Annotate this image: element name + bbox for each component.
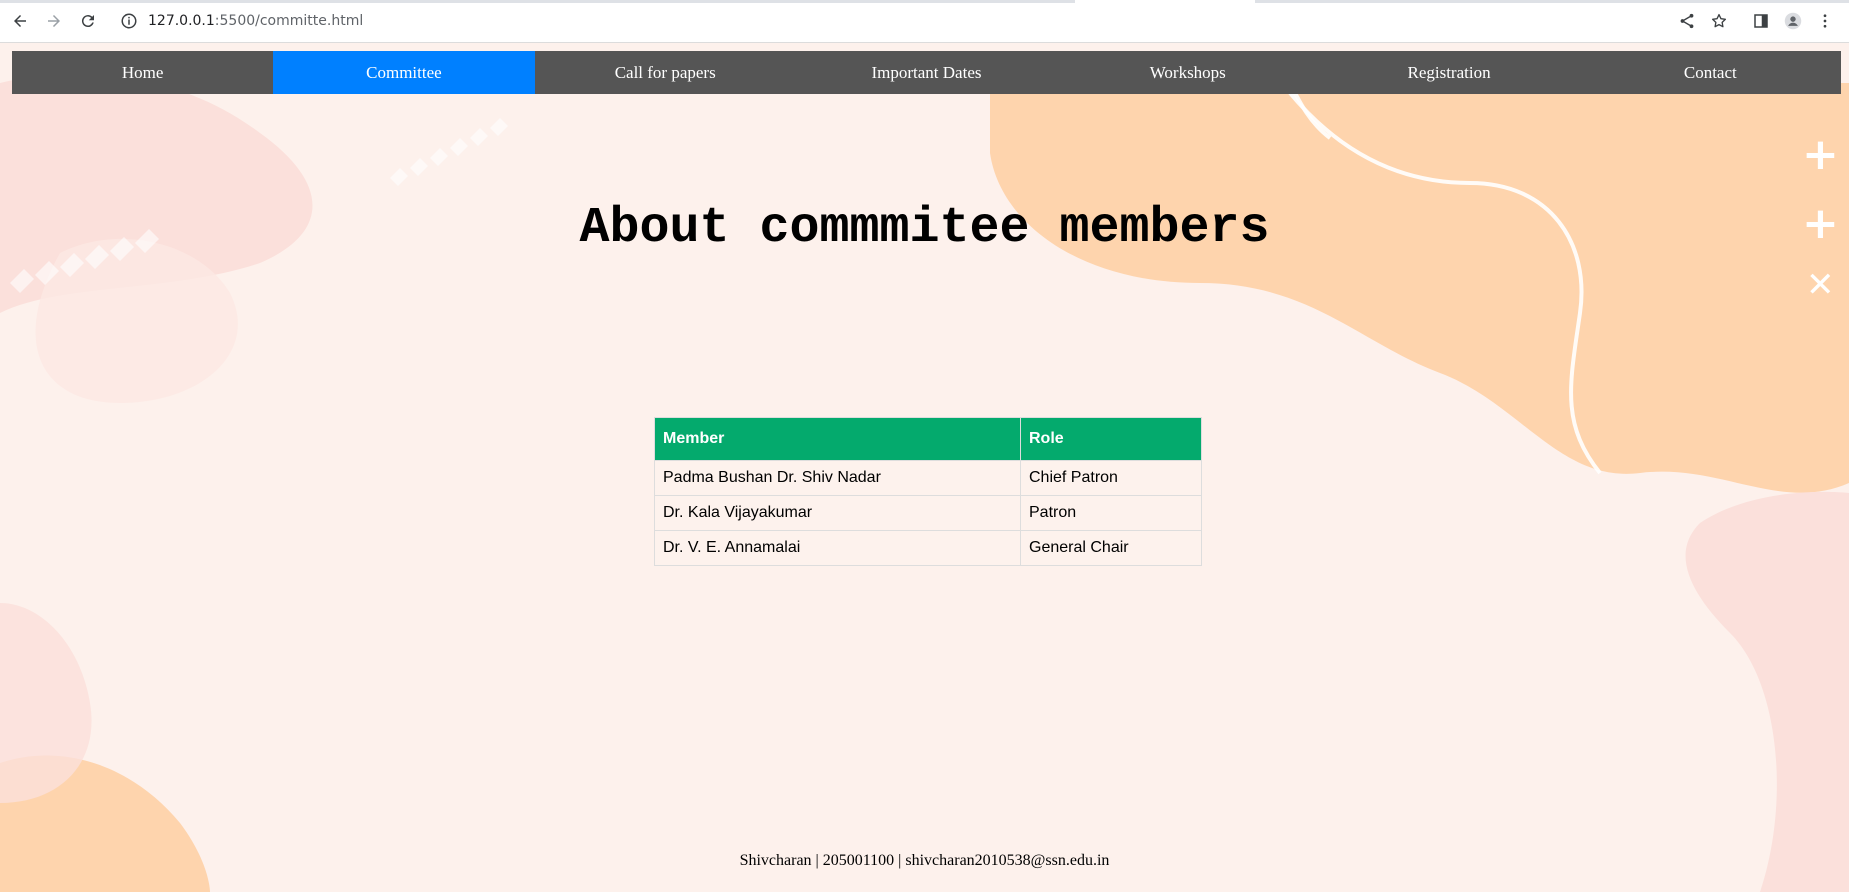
nav-item-important-dates[interactable]: Important Dates [796, 51, 1057, 94]
star-icon [1711, 13, 1727, 28]
side-panel-icon [1754, 14, 1768, 28]
member-cell: Dr. V. E. Annamalai [654, 530, 1021, 566]
site-navigation: Home Committee Call for papers Important… [12, 51, 1841, 94]
page-viewport: + + ✕ Home Committee Call for papers Imp… [0, 43, 1849, 892]
url-text: 127.0.0.1:5500/committe.html [148, 13, 363, 29]
bookmark-button[interactable] [1703, 5, 1735, 37]
url-path: :5500/committe.html [214, 13, 364, 29]
nav-item-workshops[interactable]: Workshops [1057, 51, 1318, 94]
nav-item-committee[interactable]: Committee [273, 51, 535, 94]
tab-strip-right [1255, 0, 1849, 3]
table-row: Dr. V. E. Annamalai General Chair [654, 530, 1202, 566]
back-arrow-icon [14, 15, 26, 27]
decorative-cross-icon: ✕ [1806, 265, 1835, 305]
decorative-plus-icon: + [1802, 129, 1839, 180]
browser-menu-button[interactable] [1809, 5, 1841, 37]
tab-strip [0, 0, 1075, 3]
info-icon[interactable] [120, 12, 138, 30]
forward-arrow-icon [48, 15, 60, 27]
browser-toolbar: 127.0.0.1:5500/committe.html [0, 0, 1849, 43]
page-title: About commmitee members [579, 200, 1270, 257]
table-row: Padma Bushan Dr. Shiv Nadar Chief Patron [654, 460, 1202, 496]
nav-item-registration[interactable]: Registration [1318, 51, 1579, 94]
role-cell: General Chair [1020, 530, 1202, 566]
address-bar[interactable]: 127.0.0.1:5500/committe.html [120, 6, 1671, 36]
url-host: 127.0.0.1 [148, 13, 215, 29]
side-panel-button[interactable] [1745, 5, 1777, 37]
forward-button[interactable] [40, 7, 68, 35]
member-cell: Padma Bushan Dr. Shiv Nadar [654, 460, 1021, 496]
nav-item-contact[interactable]: Contact [1580, 51, 1841, 94]
share-button[interactable] [1671, 5, 1703, 37]
table-header-row: Member Role [654, 417, 1202, 461]
share-icon [1680, 13, 1694, 29]
column-header-member: Member [654, 417, 1021, 461]
role-cell: Patron [1020, 495, 1202, 531]
nav-item-call-for-papers[interactable]: Call for papers [535, 51, 796, 94]
profile-button[interactable] [1777, 5, 1809, 37]
back-button[interactable] [6, 7, 34, 35]
reload-button[interactable] [74, 7, 102, 35]
column-header-role: Role [1020, 417, 1202, 461]
reload-icon [81, 15, 94, 28]
nav-item-home[interactable]: Home [12, 51, 273, 94]
profile-icon [1784, 12, 1802, 30]
table-row: Dr. Kala Vijayakumar Patron [654, 495, 1202, 531]
member-cell: Dr. Kala Vijayakumar [654, 495, 1021, 531]
role-cell: Chief Patron [1020, 460, 1202, 496]
footer-text: Shivcharan | 205001100 | shivcharan20105… [739, 852, 1110, 869]
kebab-menu-icon [1823, 14, 1827, 28]
committee-table: Member Role Padma Bushan Dr. Shiv Nadar … [654, 417, 1202, 566]
